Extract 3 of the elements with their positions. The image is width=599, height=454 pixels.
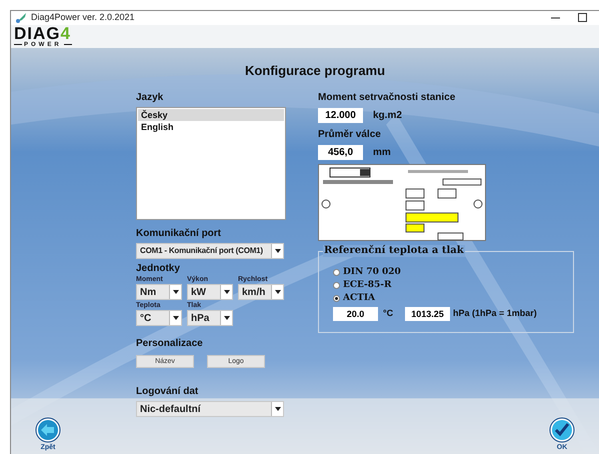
- app-icon: [15, 12, 27, 24]
- maximize-icon[interactable]: [578, 13, 587, 22]
- window-title: Diag4Power ver. 2.0.2021: [31, 11, 135, 24]
